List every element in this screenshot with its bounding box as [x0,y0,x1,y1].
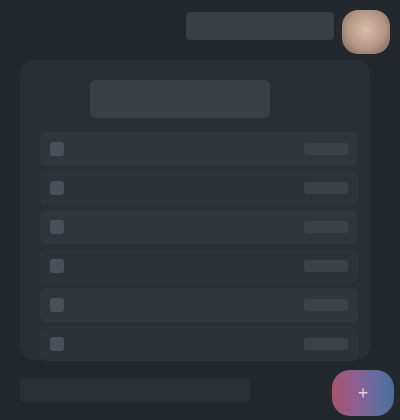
list-item[interactable] [40,171,358,205]
status-text [20,378,250,402]
content-panel [20,60,370,361]
list-item[interactable] [40,249,358,283]
item-value [304,182,348,194]
item-icon [50,220,64,234]
list-item[interactable] [40,210,358,244]
list-item[interactable] [40,132,358,166]
item-value [304,221,348,233]
page-title [186,12,334,40]
item-list [40,132,358,366]
bottom-bar: + [0,362,400,420]
item-icon [50,298,64,312]
item-value [304,338,348,350]
item-value [304,143,348,155]
item-icon [50,142,64,156]
item-icon [50,181,64,195]
item-value [304,260,348,272]
list-item[interactable] [40,288,358,322]
floating-action-button[interactable]: + [332,370,394,416]
item-value [304,299,348,311]
avatar[interactable] [342,10,390,54]
item-icon [50,337,64,351]
top-bar [0,0,400,54]
app-window: + [0,0,400,420]
add-icon: + [357,383,369,403]
list-header [90,80,270,118]
list-item[interactable] [40,327,358,361]
item-icon [50,259,64,273]
